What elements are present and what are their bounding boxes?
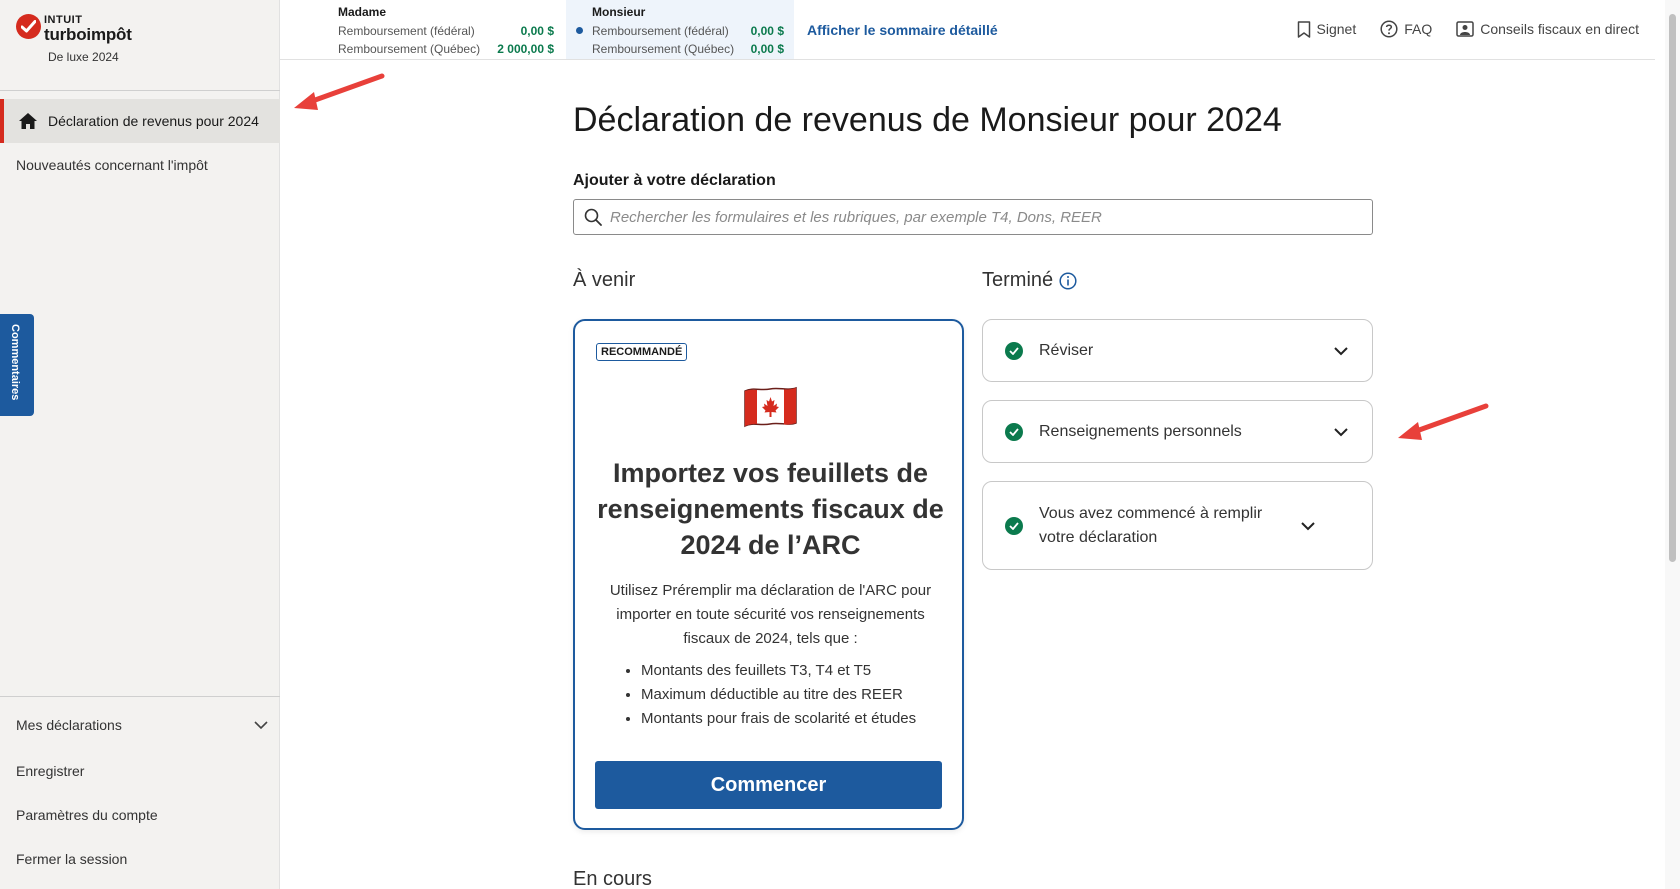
page-scrollbar[interactable] [1665,0,1680,889]
header-actions: Signet FAQ Conseils fiscaux en direct [1297,20,1639,38]
done-item-review[interactable]: Réviser [982,319,1373,382]
canada-flag-icon [744,386,797,428]
add-to-return-label: Ajouter à votre déclaration [573,172,776,189]
spouse-summary-madame[interactable]: Madame Remboursement (fédéral) 0,00 $ Re… [328,0,564,59]
sidebar-item-save[interactable]: Enregistrer [16,763,84,779]
spouse-name: Monsieur [592,5,646,19]
done-heading: Terminé [982,269,1077,292]
search-input[interactable] [610,208,1350,226]
turboimpot-logo[interactable]: INTUIT turboimpôt De luxe 2024 [16,14,136,66]
chevron-down-icon [1334,346,1348,355]
bookmark-button[interactable]: Signet [1297,20,1356,38]
annotation-arrow-icon [294,73,385,110]
list-item: Montants pour frais de scolarité et étud… [641,707,916,731]
sidebar-item-my-returns[interactable]: Mes déclarations [16,717,268,733]
sidebar-item-account-settings[interactable]: Paramètres du compte [16,807,158,823]
card-title: Importez vos feuillets de renseignements… [597,458,944,560]
faq-button[interactable]: FAQ [1380,20,1432,38]
active-spouse-dot-icon [576,27,583,34]
recommended-import-card: RECOMMANDÉ Importez vos feuillets de ren… [573,319,964,830]
sidebar-item-logout[interactable]: Fermer la session [16,851,127,867]
scrollbar-thumb[interactable] [1669,14,1676,562]
refund-row: Remboursement (fédéral) 0,00 $ [592,24,784,38]
sidebar-divider [0,696,280,697]
search-icon [584,208,602,226]
question-circle-icon [1380,20,1398,38]
done-item-label: Vous avez commencé à remplir votre décla… [1039,504,1263,546]
annotation-arrow-icon [1398,403,1489,440]
live-tax-advice-button[interactable]: Conseils fiscaux en direct [1456,20,1639,38]
detailed-summary-link[interactable]: Afficher le sommaire détaillé [807,22,998,38]
sidebar-divider [0,90,280,91]
in-progress-heading: En cours [573,868,652,889]
brand-wordmark: turboimpôt [44,25,132,44]
recommended-badge: RECOMMANDÉ [596,343,688,361]
done-item-label: Réviser [1039,341,1094,359]
list-item: Montants des feuillets T3, T4 et T5 [641,659,916,683]
chevron-down-icon [254,720,268,729]
refund-row: Remboursement (Québec) 0,00 $ [592,42,784,56]
chevron-down-icon [1301,521,1315,530]
sidebar-item-tax-return[interactable]: Déclaration de revenus pour 2024 [0,99,280,143]
sidebar: INTUIT turboimpôt De luxe 2024 Déclarati… [0,0,280,889]
edition-label: De luxe 2024 [48,50,119,64]
home-icon [19,113,37,129]
done-item-label: Renseignements personnels [1039,422,1242,440]
start-button[interactable]: Commencer [595,761,942,809]
refund-row: Remboursement (fédéral) 0,00 $ [338,24,554,38]
done-item-started-return[interactable]: Vous avez commencé à remplir votre décla… [982,481,1373,570]
search-box[interactable] [573,199,1373,235]
spouse-name: Madame [338,5,387,19]
sidebar-item-label: Mes déclarations [16,717,122,733]
chevron-down-icon [1334,427,1348,436]
card-bullet-list: Montants des feuillets T3, T4 et T5 Maxi… [641,659,916,731]
upcoming-heading: À venir [573,269,636,291]
check-circle-icon [1005,422,1023,441]
checkmark-logo-icon [16,14,41,39]
header: Madame Remboursement (fédéral) 0,00 $ Re… [280,0,1655,60]
check-circle-icon [1005,341,1023,360]
sidebar-item-news[interactable]: Nouveautés concernant l'impôt [16,157,208,173]
card-description: Utilisez Préremplir ma déclaration de l'… [609,582,932,647]
done-item-personal-info[interactable]: Renseignements personnels [982,400,1373,463]
expert-portrait-icon [1456,21,1474,37]
bookmark-icon [1297,20,1310,38]
refund-row: Remboursement (Québec) 2 000,00 $ [338,42,554,56]
check-circle-icon [1005,516,1023,535]
feedback-tab[interactable]: Commentaires [0,314,34,416]
info-icon[interactable] [1059,271,1077,290]
sidebar-item-label: Déclaration de revenus pour 2024 [48,113,259,129]
feedback-tab-label: Commentaires [9,324,21,401]
page-title: Déclaration de revenus de Monsieur pour … [573,101,1282,139]
list-item: Maximum déductible au titre des REER [641,683,916,707]
spouse-summary-monsieur[interactable]: Monsieur Remboursement (fédéral) 0,00 $ … [566,0,794,59]
